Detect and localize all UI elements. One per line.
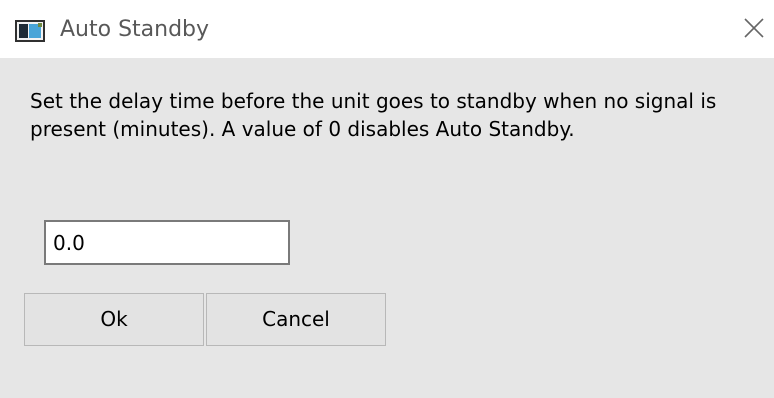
auto-standby-dialog: Auto Standby Set the delay time before t… bbox=[0, 0, 774, 398]
title-bar[interactable]: Auto Standby bbox=[0, 0, 774, 58]
close-button[interactable] bbox=[740, 14, 768, 42]
close-icon bbox=[744, 18, 764, 38]
ok-button[interactable]: Ok bbox=[24, 293, 204, 346]
description-text: Set the delay time before the unit goes … bbox=[30, 89, 717, 141]
cancel-button[interactable]: Cancel bbox=[206, 293, 386, 346]
app-icon bbox=[15, 20, 45, 42]
window-title: Auto Standby bbox=[60, 17, 210, 42]
delay-minutes-input[interactable] bbox=[44, 220, 290, 265]
dialog-body: Set the delay time before the unit goes … bbox=[0, 58, 774, 398]
